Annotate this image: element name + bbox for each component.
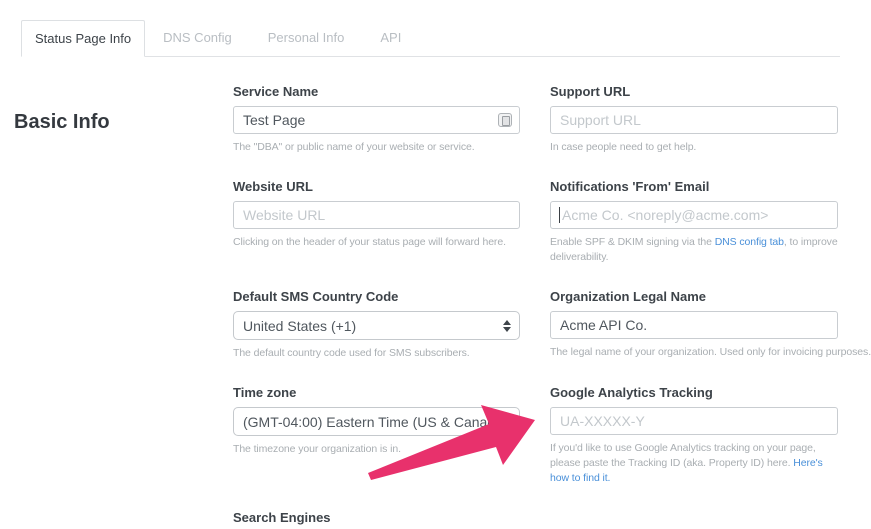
org-legal-name-label: Organization Legal Name [550,289,707,304]
select-stepper-icon [511,415,520,428]
autofill-icon[interactable] [498,113,512,127]
search-engines-label: Search Engines [233,510,331,525]
google-analytics-label: Google Analytics Tracking [550,385,713,400]
select-stepper-icon [503,319,511,332]
help-text: If you'd like to use Google Analytics tr… [550,442,816,469]
sms-country-code-select[interactable]: United States (+1) [233,311,520,340]
text-caret [559,207,560,223]
notifications-email-group: Notifications 'From' Email Enable SPF & … [550,179,838,265]
time-zone-select[interactable]: (GMT-04:00) Eastern Time (US & Canada) [233,407,520,436]
google-analytics-help: If you'd like to use Google Analytics tr… [550,441,838,486]
sms-country-code-help: The default country code used for SMS su… [233,347,470,359]
spacer-cell [550,510,838,529]
service-name-help: The "DBA" or public name of your website… [233,141,475,153]
search-engines-group: Search Engines Hide my status page from … [233,510,520,529]
tab-bar: Status Page Info DNS Config Personal Inf… [21,20,840,57]
google-analytics-input[interactable] [550,407,838,435]
tab-dns-config[interactable]: DNS Config [145,20,250,57]
org-legal-name-input[interactable] [550,311,838,339]
support-url-group: Support URL In case people need to get h… [550,84,838,155]
website-url-help: Clicking on the header of your status pa… [233,236,506,248]
org-legal-name-group: Organization Legal Name The legal name o… [550,289,871,361]
notifications-email-help: Enable SPF & DKIM signing via the DNS co… [550,235,838,265]
support-url-label: Support URL [550,84,631,99]
support-url-help: In case people need to get help. [550,141,697,153]
service-name-group: Service Name The "DBA" or public name of… [233,84,520,155]
sms-country-code-group: Default SMS Country Code United States (… [233,289,520,361]
service-name-input[interactable] [233,106,520,134]
time-zone-value: (GMT-04:00) Eastern Time (US & Canada) [243,413,508,430]
website-url-input[interactable] [233,201,520,229]
website-url-label: Website URL [233,179,313,194]
org-legal-name-help: The legal name of your organization. Use… [550,346,871,358]
sms-country-code-value: United States (+1) [243,317,357,334]
notifications-email-input[interactable] [550,201,838,229]
time-zone-help: The timezone your organization is in. [233,443,401,455]
tab-status-page-info[interactable]: Status Page Info [21,20,146,57]
tab-api[interactable]: API [362,20,419,57]
support-url-input[interactable] [550,106,838,134]
basic-info-section: Basic Info Service Name The "DBA" or pub… [0,84,871,529]
website-url-group: Website URL Clicking on the header of yo… [233,179,520,265]
help-text: Enable SPF & DKIM signing via the [550,236,715,248]
status-page-settings: Status Page Info DNS Config Personal Inf… [0,20,871,529]
tab-personal-info[interactable]: Personal Info [250,20,363,57]
basic-info-form: Service Name The "DBA" or public name of… [233,84,871,529]
service-name-label: Service Name [233,84,319,99]
google-analytics-group: Google Analytics Tracking If you'd like … [550,385,838,486]
dns-config-tab-link[interactable]: DNS config tab [715,236,784,248]
time-zone-label: Time zone [233,385,297,400]
sms-country-code-label: Default SMS Country Code [233,289,399,304]
notifications-email-label: Notifications 'From' Email [550,179,710,194]
page-title: Basic Info [14,111,110,133]
time-zone-group: Time zone (GMT-04:00) Eastern Time (US &… [233,385,520,486]
